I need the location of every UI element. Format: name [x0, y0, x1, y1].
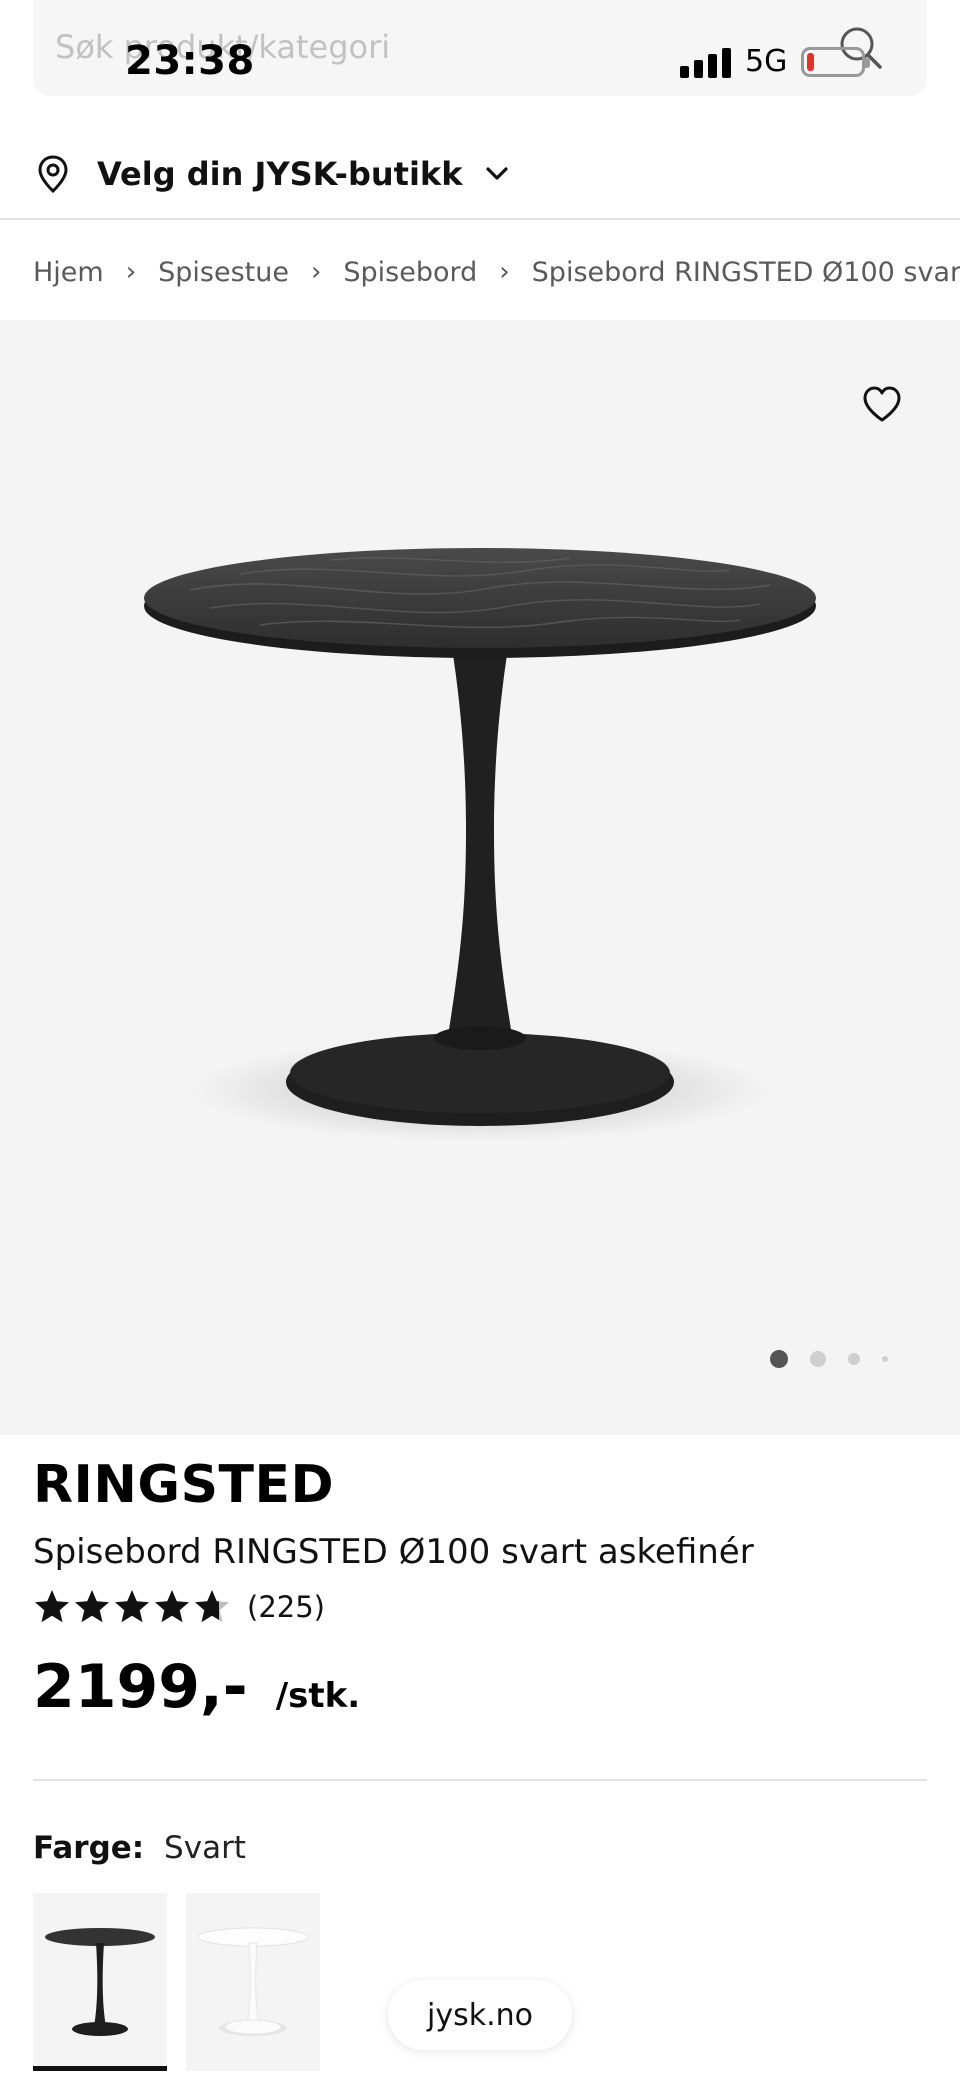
store-selector-label: Velg din JYSK-butikk	[97, 155, 463, 193]
variant-black-image	[45, 1928, 155, 2036]
chevron-right-icon: ›	[310, 257, 322, 287]
breadcrumb: Hjem › Spisestue › Spisebord › Spisebord…	[33, 252, 960, 292]
product-image	[144, 548, 816, 1142]
star-icon	[195, 1590, 229, 1623]
star-icon	[75, 1590, 109, 1623]
battery-icon	[801, 46, 871, 77]
product-brand: RINGSTED	[33, 1455, 335, 1515]
gallery-pagination[interactable]	[770, 1350, 888, 1368]
price: 2199,-	[33, 1652, 248, 1722]
product-rating[interactable]: (225)	[33, 1588, 325, 1626]
chevron-right-icon: ›	[499, 257, 510, 287]
review-count[interactable]: (225)	[247, 1590, 325, 1624]
color-value: Svart	[164, 1830, 246, 1866]
gallery-dot[interactable]	[848, 1353, 860, 1365]
location-pin-icon	[38, 155, 68, 194]
chevron-right-icon: ›	[125, 257, 137, 287]
color-label-row: Farge: Svart	[33, 1830, 246, 1866]
heart-icon[interactable]	[862, 385, 902, 423]
divider	[0, 218, 960, 220]
variant-swatch-white[interactable]	[186, 1893, 320, 2071]
network-type: 5G	[745, 44, 788, 79]
gallery-dot[interactable]	[810, 1351, 826, 1367]
variant-swatch-black[interactable]	[33, 1893, 167, 2071]
rating-stars	[33, 1588, 231, 1626]
breadcrumb-item-dining-table[interactable]: Spisebord	[343, 257, 477, 288]
breadcrumb-item-current: Spisebord RINGSTED Ø100 svart askefinér	[531, 256, 960, 288]
star-icon	[155, 1590, 189, 1623]
site-url-pill[interactable]: jysk.no	[388, 1980, 572, 2050]
breadcrumb-item-home[interactable]: Hjem	[33, 257, 104, 288]
divider	[33, 1779, 927, 1781]
status-indicators: 5G	[680, 44, 871, 79]
gallery-dot-active[interactable]	[770, 1350, 788, 1368]
price-row: 2199,- /stk.	[33, 1652, 360, 1722]
signal-icon	[680, 46, 731, 78]
selected-variant-indicator	[33, 2066, 167, 2071]
price-unit: /stk.	[275, 1676, 361, 1716]
product-name: Spisebord RINGSTED Ø100 svart askefinér	[33, 1532, 754, 1572]
color-label: Farge:	[33, 1830, 145, 1866]
star-icon	[35, 1590, 69, 1623]
breadcrumb-item-dining-room[interactable]: Spisestue	[158, 257, 289, 288]
store-selector[interactable]: Velg din JYSK-butikk	[33, 150, 512, 198]
gallery-dot[interactable]	[882, 1356, 888, 1362]
variant-white-image	[197, 1927, 309, 2036]
status-time: 23:38	[125, 38, 255, 84]
chevron-down-icon	[486, 167, 509, 180]
star-icon	[115, 1590, 149, 1623]
